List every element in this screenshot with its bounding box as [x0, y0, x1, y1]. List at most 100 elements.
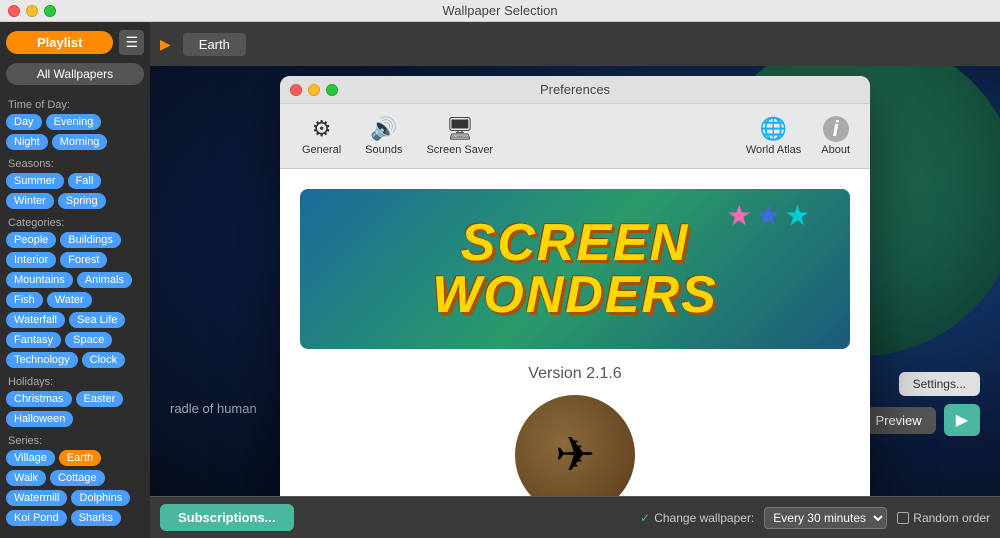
tag-night[interactable]: Night [6, 134, 48, 150]
tag-fall[interactable]: Fall [68, 173, 102, 189]
preferences-modal: Preferences ⚙ General 🔊 Sounds [280, 76, 870, 496]
sidebar: Playlist ☰ All Wallpapers Time of Day: D… [0, 22, 150, 538]
star-cyan: ★ [785, 199, 810, 232]
section-label-categories: Categories: [8, 217, 144, 229]
plane-logo: ✈ [515, 395, 635, 496]
random-order-text: Random order [913, 511, 990, 525]
tag-sharks[interactable]: Sharks [71, 510, 121, 526]
random-order-checkbox[interactable] [897, 512, 909, 524]
random-order-label: Random order [897, 511, 990, 525]
tab-earth[interactable]: Earth [183, 33, 246, 56]
screensaver-tool-label: Screen Saver [426, 144, 493, 156]
tag-animals[interactable]: Animals [77, 272, 132, 288]
sidebar-section-holidays: Holidays: Christmas Easter Halloween [6, 370, 144, 429]
tag-row-timeofday: Day Evening Night Morning [6, 114, 144, 150]
tag-village[interactable]: Village [6, 450, 55, 466]
content-area: ▶ Earth radle of human Settings... Previ… [150, 22, 1000, 538]
sidebar-section-categories: Categories: People Buildings Interior Fo… [6, 211, 144, 370]
modal-title: Preferences [540, 82, 610, 97]
traffic-lights [8, 5, 56, 17]
tag-christmas[interactable]: Christmas [6, 391, 72, 407]
tag-easter[interactable]: Easter [76, 391, 124, 407]
change-wallpaper-text: Change wallpaper: [654, 511, 754, 525]
tag-mountains[interactable]: Mountains [6, 272, 73, 288]
screensaver-tool-button[interactable]: 🖥 Screen Saver [416, 112, 503, 160]
world-atlas-label: World Atlas [746, 144, 801, 156]
tag-people[interactable]: People [6, 232, 56, 248]
checkmark-icon: ✓ [640, 511, 650, 525]
tag-row-holidays: Christmas Easter Halloween [6, 391, 144, 427]
tag-dolphins[interactable]: Dolphins [71, 490, 130, 506]
version-text: Version 2.1.6 [528, 365, 621, 383]
preferences-modal-overlay: Preferences ⚙ General 🔊 Sounds [150, 66, 1000, 496]
earth-background: radle of human Settings... Preview ▶ [150, 66, 1000, 496]
about-button[interactable]: i About [813, 112, 858, 160]
tag-sealife[interactable]: Sea Life [69, 312, 125, 328]
screenwonders-banner: ★ ★ ★ SCREENWONDERS [300, 189, 850, 349]
tag-technology[interactable]: Technology [6, 352, 78, 368]
minimize-button[interactable] [26, 5, 38, 17]
sounds-tool-label: Sounds [365, 144, 402, 156]
close-button[interactable] [8, 5, 20, 17]
general-tool-label: General [302, 144, 341, 156]
sidebar-section-series: Series: Village Earth Walk Cottage Water… [6, 429, 144, 528]
tag-spring[interactable]: Spring [58, 193, 106, 209]
tag-buildings[interactable]: Buildings [60, 232, 121, 248]
tag-walk[interactable]: Walk [6, 470, 46, 486]
title-bar: Wallpaper Selection [0, 0, 1000, 22]
star-blue: ★ [756, 199, 781, 232]
playlist-bar: Playlist ☰ [6, 30, 144, 55]
general-icon: ⚙ [312, 116, 332, 142]
list-view-button[interactable]: ☰ [119, 30, 144, 55]
modal-minimize-button[interactable] [308, 84, 320, 96]
star-pink: ★ [727, 199, 752, 232]
tag-waterfall[interactable]: Waterfall [6, 312, 65, 328]
about-icon: i [823, 116, 849, 142]
sidebar-section-timeofday: Time of Day: Day Evening Night Morning [6, 93, 144, 152]
section-label-seasons: Seasons: [8, 158, 144, 170]
tag-earth[interactable]: Earth [59, 450, 101, 466]
tag-interior[interactable]: Interior [6, 252, 56, 268]
screensaver-icon: 🖥 [446, 116, 474, 142]
window-title: Wallpaper Selection [442, 3, 557, 18]
tag-winter[interactable]: Winter [6, 193, 54, 209]
section-label-series: Series: [8, 435, 144, 447]
tag-evening[interactable]: Evening [46, 114, 102, 130]
tag-koipond[interactable]: Koi Pond [6, 510, 67, 526]
interval-select[interactable]: Every 5 minutes Every 15 minutes Every 3… [764, 507, 887, 529]
bottom-bar: Subscriptions... ✓ Change wallpaper: Eve… [150, 496, 1000, 538]
world-atlas-button[interactable]: 🌐 World Atlas [738, 112, 809, 160]
tag-cottage[interactable]: Cottage [50, 470, 105, 486]
tag-water[interactable]: Water [47, 292, 92, 308]
tag-summer[interactable]: Summer [6, 173, 64, 189]
tag-halloween[interactable]: Halloween [6, 411, 73, 427]
playlist-button[interactable]: Playlist [6, 31, 113, 54]
tag-morning[interactable]: Morning [52, 134, 108, 150]
sounds-icon: 🔊 [370, 116, 397, 142]
modal-toolbar: ⚙ General 🔊 Sounds 🖥 Screen Saver [280, 104, 870, 169]
tag-row-categories: People Buildings Interior Forest Mountai… [6, 232, 144, 368]
all-wallpapers-button[interactable]: All Wallpapers [6, 63, 144, 85]
about-label: About [821, 144, 850, 156]
modal-content: ★ ★ ★ SCREENWONDERS Version 2.1.6 [280, 169, 870, 496]
general-tool-button[interactable]: ⚙ General [292, 112, 351, 160]
world-atlas-icon: 🌐 [760, 116, 787, 142]
modal-close-button[interactable] [290, 84, 302, 96]
sounds-tool-button[interactable]: 🔊 Sounds [355, 112, 412, 160]
modal-maximize-button[interactable] [326, 84, 338, 96]
tag-space[interactable]: Space [65, 332, 112, 348]
tag-fantasy[interactable]: Fantasy [6, 332, 61, 348]
subscriptions-button[interactable]: Subscriptions... [160, 504, 294, 531]
tag-row-seasons: Summer Fall Winter Spring [6, 173, 144, 209]
tag-watermill[interactable]: Watermill [6, 490, 67, 506]
tag-fish[interactable]: Fish [6, 292, 43, 308]
maximize-button[interactable] [44, 5, 56, 17]
tag-clock[interactable]: Clock [82, 352, 126, 368]
sidebar-section-seasons: Seasons: Summer Fall Winter Spring [6, 152, 144, 211]
main-layout: Playlist ☰ All Wallpapers Time of Day: D… [0, 22, 1000, 538]
wallpaper-tabs: ▶ Earth [150, 22, 1000, 66]
tag-forest[interactable]: Forest [60, 252, 107, 268]
banner-stars: ★ ★ ★ [727, 199, 810, 232]
play-indicator: ▶ [160, 36, 171, 53]
tag-day[interactable]: Day [6, 114, 42, 130]
